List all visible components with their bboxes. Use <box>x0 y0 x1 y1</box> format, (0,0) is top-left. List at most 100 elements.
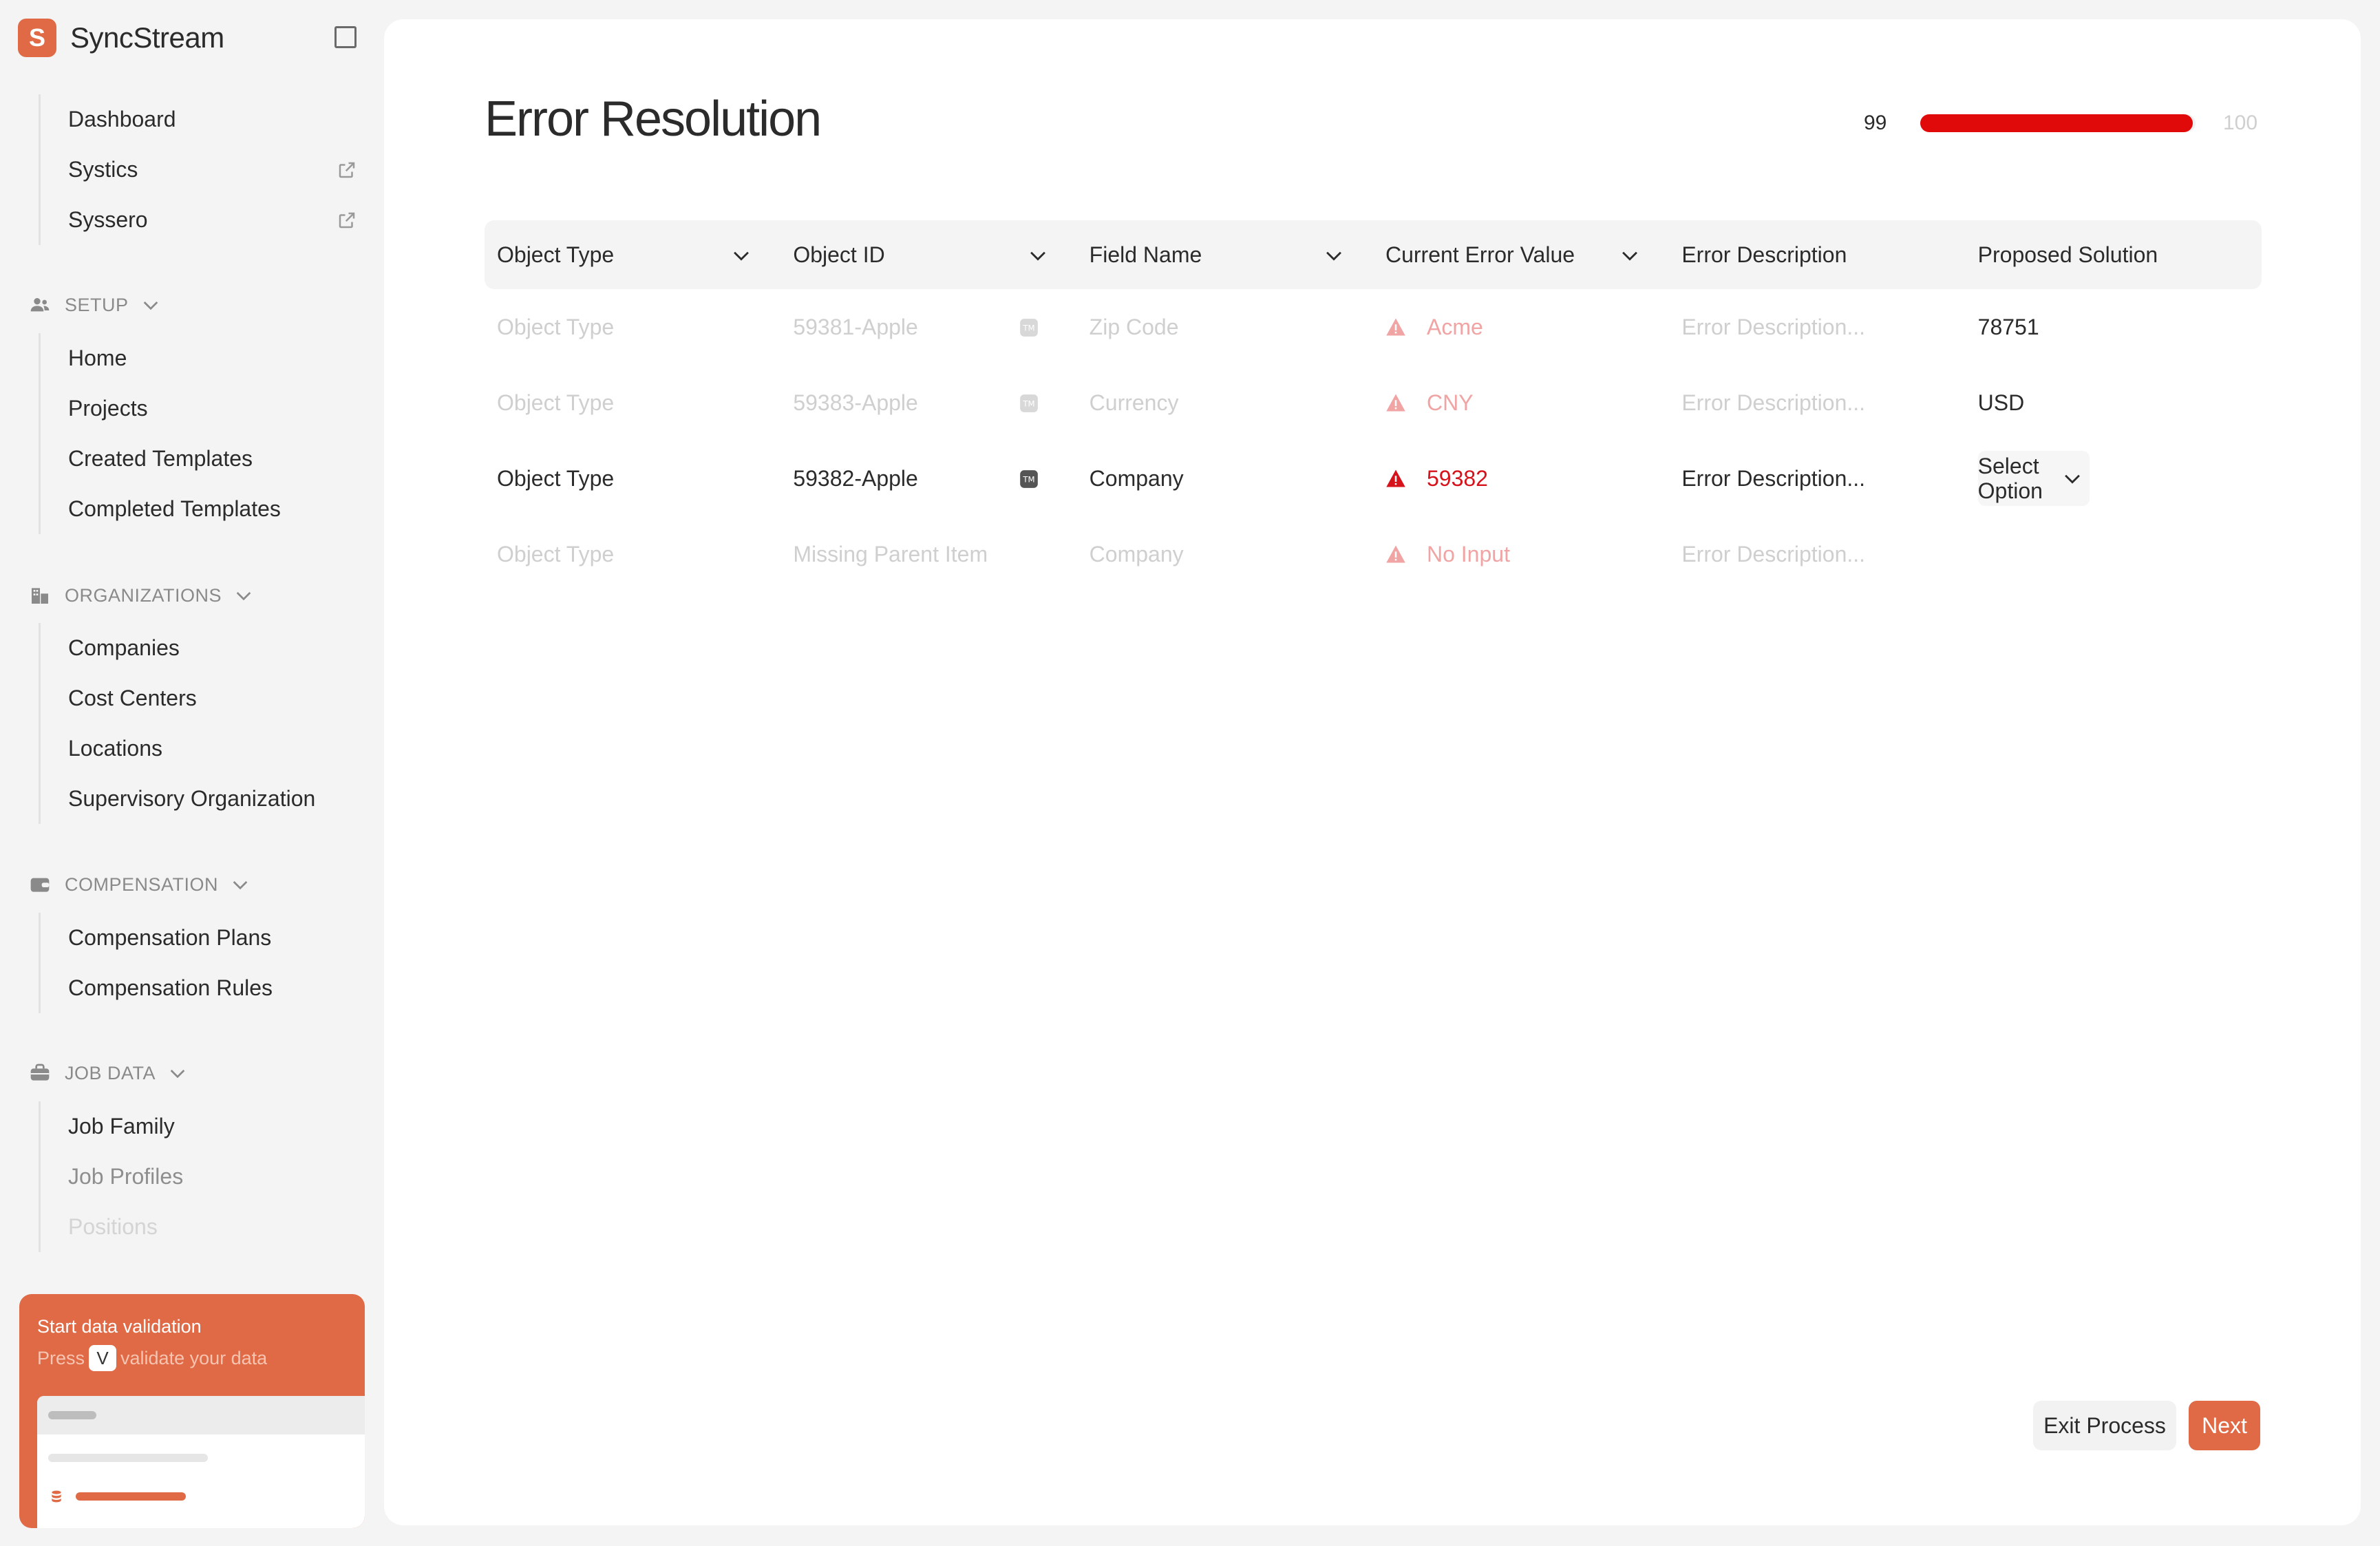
chevron-down-icon <box>1622 251 1638 261</box>
brand[interactable]: S SyncStream <box>18 18 224 58</box>
section-job-data[interactable]: JOB DATA <box>29 1058 189 1088</box>
chevron-down-icon <box>170 1070 185 1079</box>
cell-proposed-solution <box>1966 516 2262 592</box>
chevron-down-icon <box>1030 251 1045 261</box>
sidebar-item-systics[interactable]: Systics <box>41 145 357 195</box>
cell-error-description: Error Description... <box>1681 465 1866 491</box>
section-organizations[interactable]: ORGANIZATIONS <box>29 580 255 611</box>
sidebar-item-locations[interactable]: Locations <box>41 723 357 774</box>
placeholder-bar <box>48 1411 96 1419</box>
warning-icon <box>1386 318 1405 336</box>
section-compensation[interactable]: COMPENSATION <box>29 869 251 900</box>
chevron-down-icon <box>236 592 251 601</box>
keyboard-shortcut-badge: V <box>89 1345 117 1371</box>
cell-field-name: Company <box>1089 541 1184 566</box>
svg-text:TM: TM <box>1022 324 1034 333</box>
section-title: SETUP <box>65 294 129 315</box>
sidebar-item-home[interactable]: Home <box>41 333 357 383</box>
error-value-text: No Input <box>1426 541 1510 566</box>
cell-error-description: Error Description... <box>1681 390 1866 415</box>
column-header-error-description: Error Description <box>1669 220 1965 289</box>
cell-object-id: Missing Parent Item <box>793 541 988 566</box>
table-row[interactable]: Object Type 59382-Apple TM Company 59382… <box>485 441 2262 516</box>
sidebar-item-companies[interactable]: Companies <box>41 623 357 673</box>
sidebar-item-label: Positions <box>68 1214 158 1239</box>
cell-field-name: Zip Code <box>1089 314 1179 339</box>
sidebar-item-compensation-rules[interactable]: Compensation Rules <box>41 963 357 1013</box>
promo-preview <box>37 1396 365 1528</box>
column-header-object-type[interactable]: Object Type <box>485 220 780 289</box>
sidebar-item-label: Compensation Plans <box>68 925 272 950</box>
cell-field-name: Company <box>1089 465 1184 491</box>
sidebar-item-label: Syssero <box>68 207 148 232</box>
building-icon <box>32 588 48 604</box>
promo-prefix: Press <box>37 1347 85 1368</box>
sidebar-item-label: Completed Templates <box>68 496 281 521</box>
sidebar-item-compensation-plans[interactable]: Compensation Plans <box>41 913 357 963</box>
sidebar-item-dashboard[interactable]: Dashboard <box>41 94 357 145</box>
column-header-object-id[interactable]: Object ID <box>780 220 1076 289</box>
error-value-text: CNY <box>1426 390 1474 415</box>
cell-error-value: 59382 <box>1373 441 1669 516</box>
sidebar-item-label: Created Templates <box>68 446 253 471</box>
tm-badge-icon[interactable]: TM <box>1019 318 1039 337</box>
nav-group-job-data: Job Family Job Profiles Positions <box>39 1101 357 1252</box>
table-row[interactable]: Object Type 59383-Apple TM Currency CNY … <box>485 365 2262 441</box>
sidebar-item-supervisory-organization[interactable]: Supervisory Organization <box>41 774 357 824</box>
solution-select[interactable]: Select Option <box>1977 451 2090 506</box>
sidebar-item-projects[interactable]: Projects <box>41 383 357 434</box>
svg-text:TM: TM <box>1022 399 1034 409</box>
cell-object-id: 59383-Apple TM <box>780 365 1076 441</box>
table-row[interactable]: Object Type 59381-Apple TM Zip Code Acme… <box>485 289 2262 365</box>
table-row[interactable]: Object Type Missing Parent Item Company … <box>485 516 2262 592</box>
cell-proposed-solution[interactable]: USD <box>1966 365 2262 441</box>
sidebar-item-label: Dashboard <box>68 107 176 131</box>
cell-object-id: 59381-Apple TM <box>780 289 1076 365</box>
start-validation-card[interactable]: Start data validation Press V validate y… <box>19 1294 365 1528</box>
column-header-field-name[interactable]: Field Name <box>1077 220 1373 289</box>
users-icon <box>30 298 50 312</box>
exit-process-button[interactable]: Exit Process <box>2033 1401 2176 1450</box>
placeholder-bar <box>76 1492 186 1501</box>
cell-object-type: Object Type <box>497 390 615 415</box>
promo-suffix: validate your data <box>120 1347 268 1368</box>
select-label: Select Option <box>1977 454 2043 503</box>
error-table: Object Type Object ID Field Name Current… <box>485 220 2262 592</box>
external-link-icon <box>339 162 355 178</box>
sidebar-item-cost-centers[interactable]: Cost Centers <box>41 673 357 723</box>
chevron-down-icon <box>1326 251 1341 261</box>
promo-subtitle: Press V validate your data <box>37 1345 267 1371</box>
sidebar-item-job-profiles[interactable]: Job Profiles <box>41 1152 357 1202</box>
nav-group-organizations: Companies Cost Centers Locations Supervi… <box>39 623 357 824</box>
placeholder-bar <box>48 1454 208 1462</box>
cell-error-value: No Input <box>1373 516 1669 592</box>
column-label: Proposed Solution <box>1977 242 2158 267</box>
sidebar-item-positions[interactable]: Positions <box>41 1202 357 1252</box>
chevron-down-icon <box>734 251 750 261</box>
tm-badge-icon[interactable]: TM <box>1019 394 1039 413</box>
sidebar-item-label: Cost Centers <box>68 686 197 710</box>
nav-group-setup: Home Projects Created Templates Complete… <box>39 333 357 534</box>
sidebar-item-completed-templates[interactable]: Completed Templates <box>41 484 357 534</box>
tm-badge-icon[interactable]: TM <box>1019 469 1039 489</box>
sidebar-toggle-icon[interactable] <box>334 26 357 48</box>
wallet-icon <box>30 878 50 892</box>
next-button[interactable]: Next <box>2189 1401 2260 1450</box>
cell-proposed-solution[interactable]: 78751 <box>1966 289 2262 365</box>
sidebar: S SyncStream Dashboard Systics Syssero S… <box>0 0 383 1546</box>
sidebar-item-created-templates[interactable]: Created Templates <box>41 434 357 484</box>
main-panel: Error Resolution 99 100 Object Type Obje… <box>384 19 2361 1525</box>
column-header-current-error-value[interactable]: Current Error Value <box>1373 220 1669 289</box>
section-setup[interactable]: SETUP <box>29 290 162 320</box>
column-label: Field Name <box>1089 242 1202 267</box>
warning-icon <box>1386 545 1405 563</box>
error-value-text: Acme <box>1426 314 1483 339</box>
sidebar-item-job-family[interactable]: Job Family <box>41 1101 357 1152</box>
column-label: Current Error Value <box>1385 242 1575 267</box>
cell-field-name: Currency <box>1089 390 1179 415</box>
sidebar-item-label: Home <box>68 346 127 370</box>
nav-group-compensation: Compensation Plans Compensation Rules <box>39 913 357 1013</box>
promo-title: Start data validation <box>37 1316 202 1337</box>
sidebar-item-label: Systics <box>68 157 138 182</box>
sidebar-item-syssero[interactable]: Syssero <box>41 195 357 245</box>
